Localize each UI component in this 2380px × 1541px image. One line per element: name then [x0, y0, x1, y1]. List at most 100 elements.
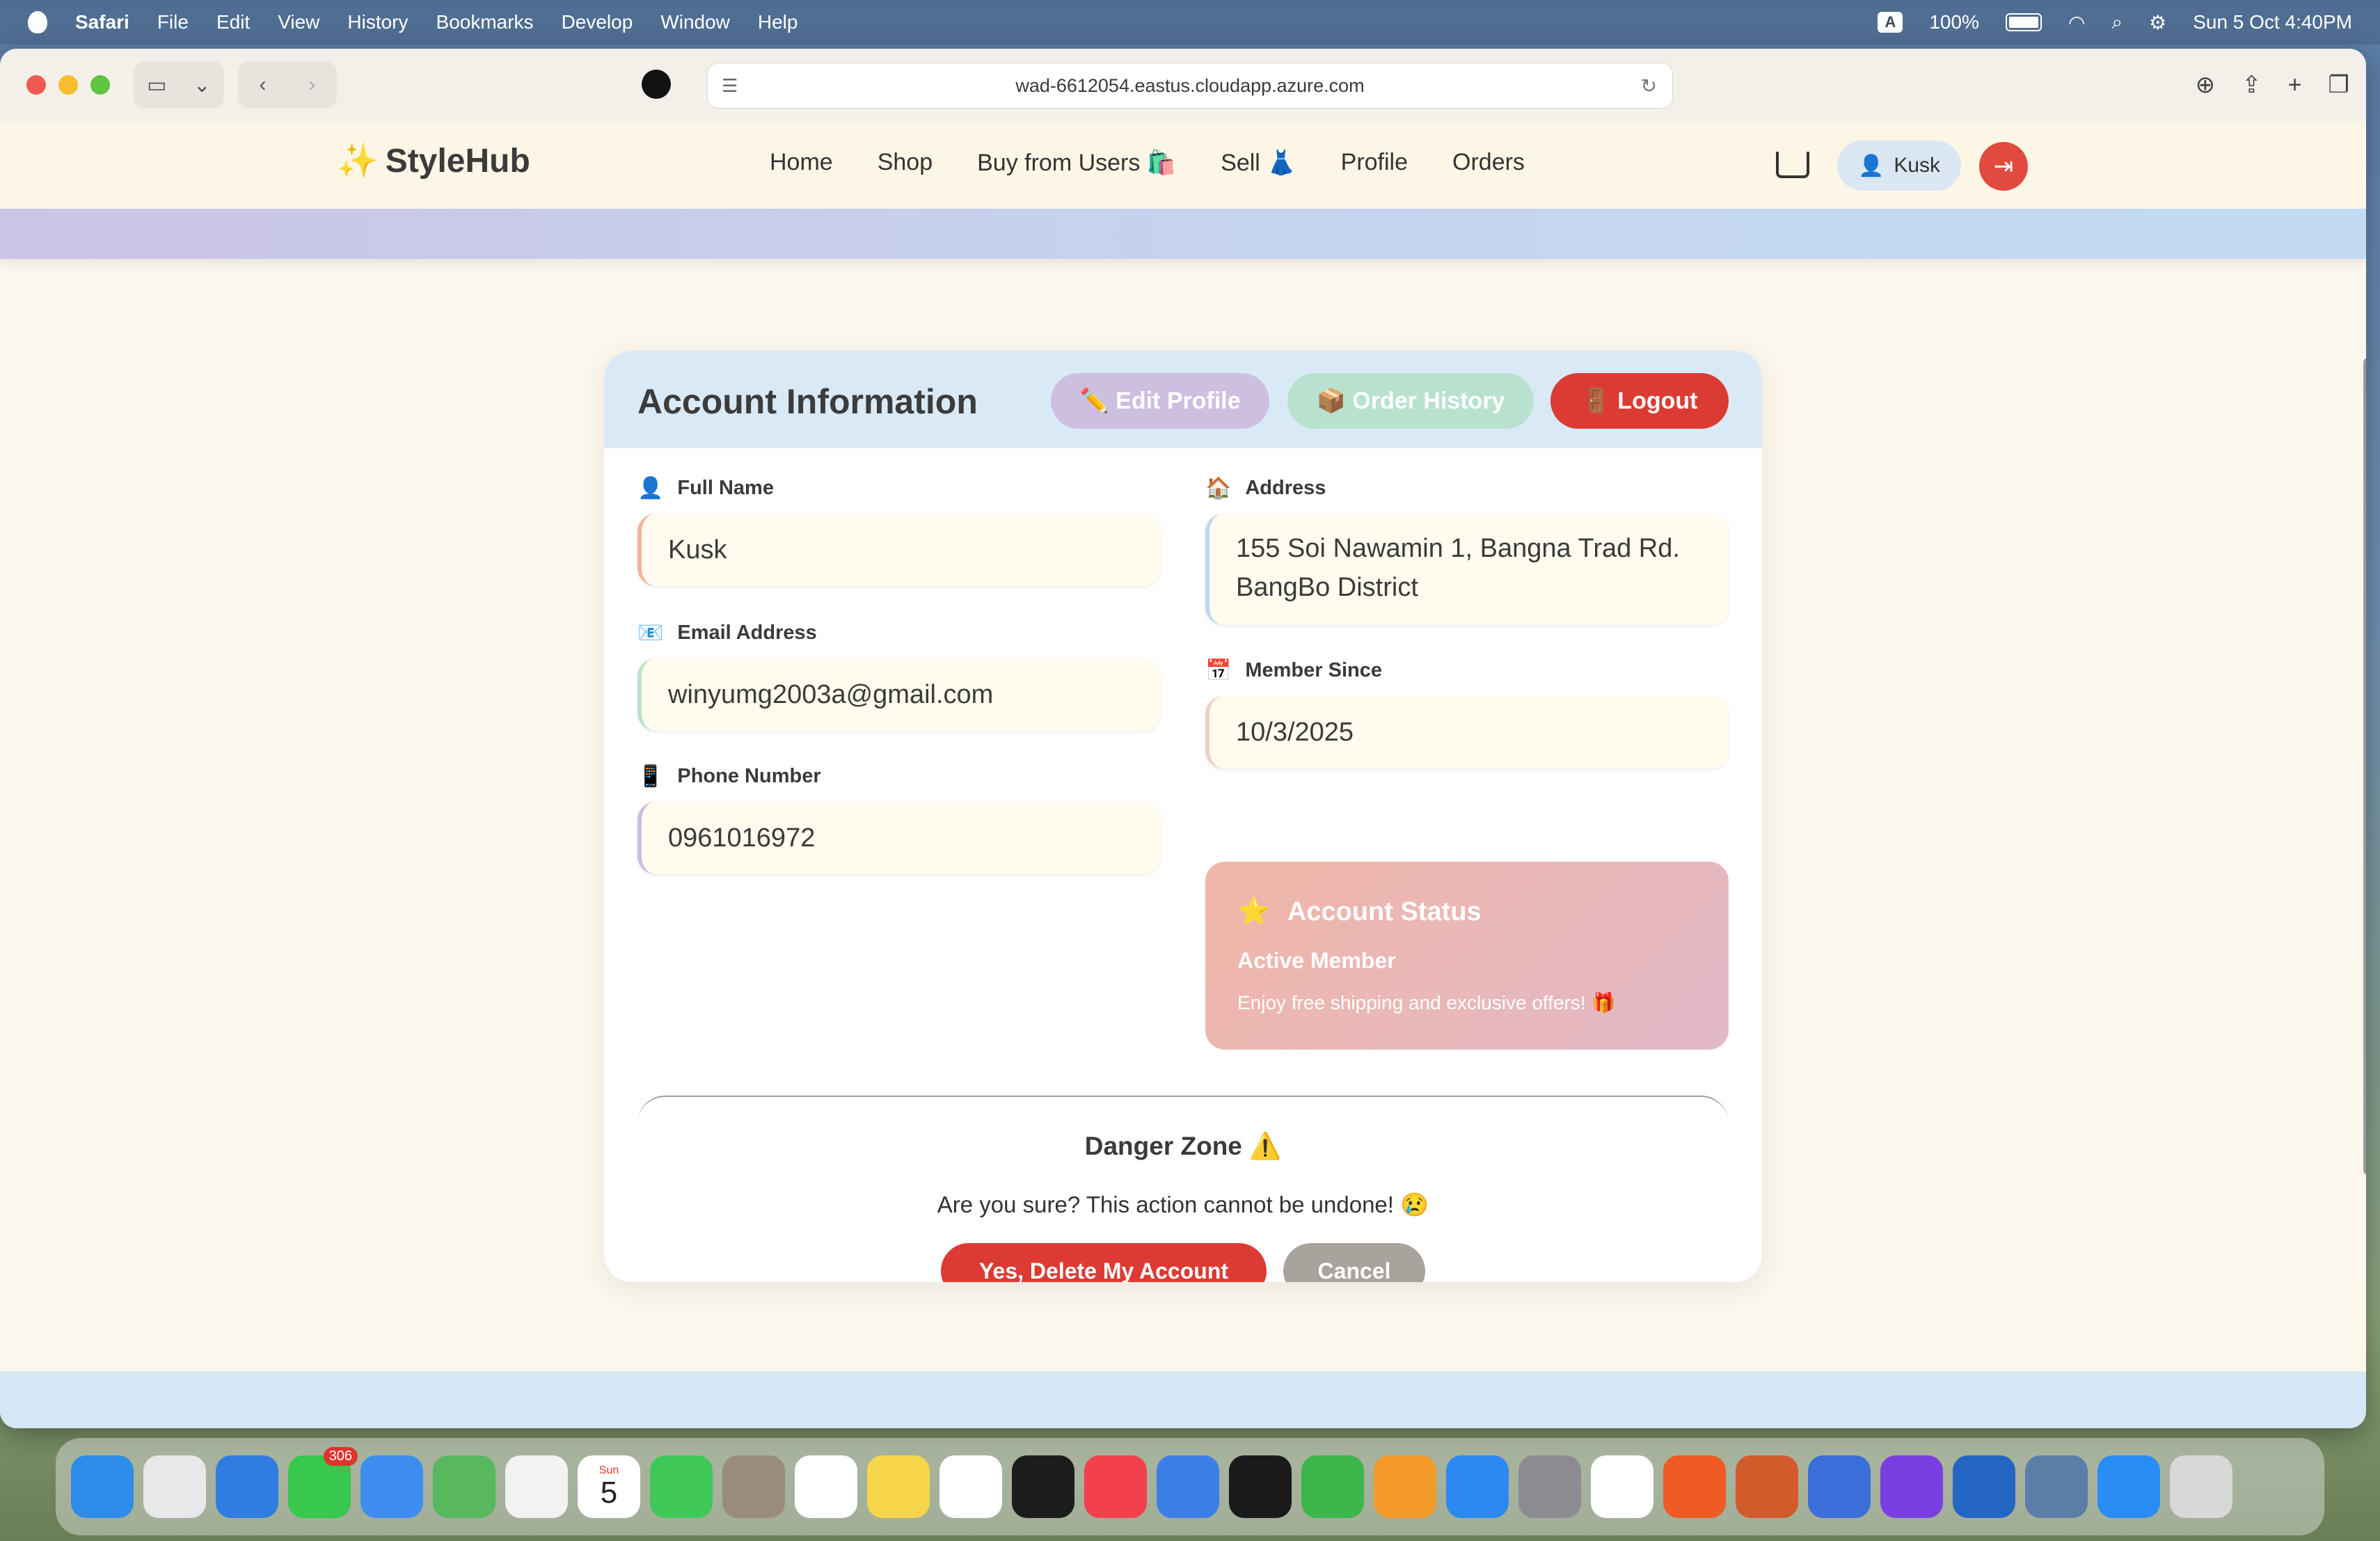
dock-system-settings-icon[interactable] — [1518, 1455, 1581, 1518]
dock-trash-icon[interactable] — [2170, 1455, 2232, 1518]
menu-window[interactable]: Window — [660, 11, 730, 33]
nav-sell[interactable]: Sell 👗 — [1221, 149, 1296, 177]
sidebar-icon[interactable]: ▭ — [147, 73, 166, 97]
dock-contacts-icon[interactable] — [722, 1455, 785, 1518]
nav-shop[interactable]: Shop — [878, 149, 933, 177]
dock-freeform-icon[interactable] — [939, 1455, 1002, 1518]
logout-button[interactable]: 🚪 Logout — [1550, 373, 1729, 429]
full-name-field[interactable]: Kusk — [637, 514, 1161, 586]
menu-app-name[interactable]: Safari — [75, 11, 129, 33]
page-menu-icon[interactable]: ☰ — [722, 75, 738, 97]
account-status-value: Active Member — [1237, 948, 1396, 973]
dock-safari-icon[interactable] — [216, 1455, 278, 1518]
forward-icon[interactable]: › — [309, 73, 316, 97]
edit-profile-button[interactable]: ✏️ Edit Profile — [1051, 373, 1269, 429]
downloads-icon[interactable]: ⊕ — [2196, 71, 2216, 99]
dock-brave-icon[interactable] — [1663, 1455, 1726, 1518]
url-text[interactable]: wad-6612054.eastus.cloudapp.azure.com — [1015, 75, 1364, 97]
tab-overview-icon[interactable]: ❐ — [2329, 71, 2349, 99]
toolbar-right: ⊕ ⇪ + ❐ — [2196, 61, 2349, 109]
phone-field[interactable]: 0961016972 — [637, 802, 1161, 874]
dock-pages-icon[interactable] — [1374, 1455, 1436, 1518]
battery-percent[interactable]: 100% — [1929, 11, 1979, 33]
dock-chrome-icon[interactable] — [1591, 1455, 1653, 1518]
dock-maps-icon[interactable] — [433, 1455, 495, 1518]
input-source-icon[interactable]: A — [1878, 12, 1903, 33]
brand-logo[interactable]: ✨ StyleHub — [337, 141, 530, 180]
menu-view[interactable]: View — [278, 11, 319, 33]
address-bar[interactable]: ☰ wad-6612054.eastus.cloudapp.azure.com … — [707, 63, 1673, 109]
star-icon: ⭐ — [1237, 897, 1271, 926]
user-menu-button[interactable]: 👤 Kusk — [1837, 141, 1961, 191]
address-field[interactable]: 155 Soi Nawamin 1, Bangna Trad Rd. BangB… — [1205, 514, 1729, 625]
dock-photos-icon[interactable] — [505, 1455, 568, 1518]
battery-icon[interactable] — [2005, 13, 2042, 31]
email-field[interactable]: winyumg2003a@gmail.com — [637, 658, 1161, 731]
menu-edit[interactable]: Edit — [216, 11, 250, 33]
nav-buy-from-users[interactable]: Buy from Users 🛍️ — [977, 149, 1176, 177]
dock-music-icon[interactable] — [1084, 1455, 1147, 1518]
menu-help[interactable]: Help — [758, 11, 798, 33]
member-since-label-text: Member Since — [1245, 659, 1382, 681]
zoom-window-button[interactable] — [90, 75, 110, 95]
github-icon[interactable] — [642, 70, 671, 99]
phone-label: 📱 Phone Number — [637, 764, 821, 789]
dock-numbers-icon[interactable] — [1301, 1455, 1364, 1518]
dock-finder-icon[interactable] — [71, 1455, 134, 1518]
new-tab-icon[interactable]: + — [2288, 72, 2302, 99]
dock-simulator-icon[interactable] — [1808, 1455, 1871, 1518]
minimize-window-button[interactable] — [58, 75, 78, 95]
reload-icon[interactable]: ↻ — [1641, 74, 1657, 97]
logout-icon-button[interactable]: ⇥ — [1979, 142, 2028, 191]
house-icon: 🏠 — [1205, 477, 1232, 500]
dock-app-store-icon[interactable] — [1446, 1455, 1509, 1518]
dock-terminal-icon[interactable] — [1229, 1455, 1292, 1518]
spotlight-icon[interactable]: ⌕ — [2111, 11, 2123, 34]
account-card: Account Information ✏️ Edit Profile 📦 Or… — [604, 351, 1762, 1282]
dock-calendar-icon[interactable]: Sun 5 — [578, 1455, 640, 1518]
dock-mail-icon[interactable] — [360, 1455, 423, 1518]
dock-database-icon[interactable] — [2025, 1455, 2088, 1518]
browser-window: ▭ ⌄ ‹ › ☰ wad-6612054.eastus.cloudapp.az… — [0, 49, 2366, 1428]
sidebar-toggle[interactable]: ▭ ⌄ — [134, 61, 224, 109]
dock-launchpad-icon[interactable] — [143, 1455, 206, 1518]
menu-bar: Safari File Edit View History Bookmarks … — [0, 0, 2380, 45]
logout-icon: ⇥ — [1993, 153, 2014, 180]
dock-tv-icon[interactable] — [1012, 1455, 1074, 1518]
dock-reminders-icon[interactable] — [795, 1455, 857, 1518]
menu-file[interactable]: File — [157, 11, 189, 33]
danger-zone: Danger Zone ⚠️ Are you sure? This action… — [637, 1096, 1729, 1282]
menu-history[interactable]: History — [347, 11, 408, 33]
close-window-button[interactable] — [26, 75, 46, 95]
menu-bookmarks[interactable]: Bookmarks — [436, 11, 534, 33]
chevron-down-icon[interactable]: ⌄ — [193, 73, 211, 97]
email-icon: 📧 — [637, 622, 664, 645]
dock-messenger-icon[interactable] — [2097, 1455, 2160, 1518]
page-scrollbar[interactable] — [2363, 358, 2366, 1175]
account-card-header: Account Information ✏️ Edit Profile 📦 Or… — [604, 351, 1762, 448]
dock-vs-code-icon[interactable] — [1953, 1455, 2015, 1518]
dock-feedback-icon[interactable] — [1880, 1455, 1943, 1518]
nav-home[interactable]: Home — [770, 149, 833, 177]
cancel-button[interactable]: Cancel — [1283, 1243, 1425, 1282]
back-icon[interactable]: ‹ — [260, 73, 267, 97]
account-status-title: ⭐ Account Status — [1237, 896, 1482, 927]
delete-account-button[interactable]: Yes, Delete My Account — [941, 1243, 1267, 1282]
phone-icon: 📱 — [637, 765, 664, 788]
clock[interactable]: Sun 5 Oct 4:40PM — [2193, 11, 2352, 33]
dock-notes-icon[interactable] — [867, 1455, 930, 1518]
nav-profile[interactable]: Profile — [1341, 149, 1408, 177]
wifi-icon[interactable]: ◠ — [2068, 11, 2085, 34]
share-icon[interactable]: ⇪ — [2242, 71, 2262, 99]
dock-keynote-icon[interactable] — [1157, 1455, 1219, 1518]
dock-messages-icon[interactable]: 306 — [288, 1447, 358, 1518]
nav-orders[interactable]: Orders — [1452, 149, 1525, 177]
dock-dictionary-icon[interactable] — [1736, 1455, 1798, 1518]
dock-facetime-icon[interactable] — [650, 1455, 713, 1518]
menu-develop[interactable]: Develop — [562, 11, 633, 33]
order-history-button[interactable]: 📦 Order History — [1287, 373, 1534, 429]
brand-name: StyleHub — [385, 143, 530, 180]
control-center-icon[interactable]: ⚙ — [2149, 11, 2166, 34]
apple-icon[interactable] — [28, 11, 47, 33]
cart-icon[interactable] — [1776, 152, 1809, 178]
